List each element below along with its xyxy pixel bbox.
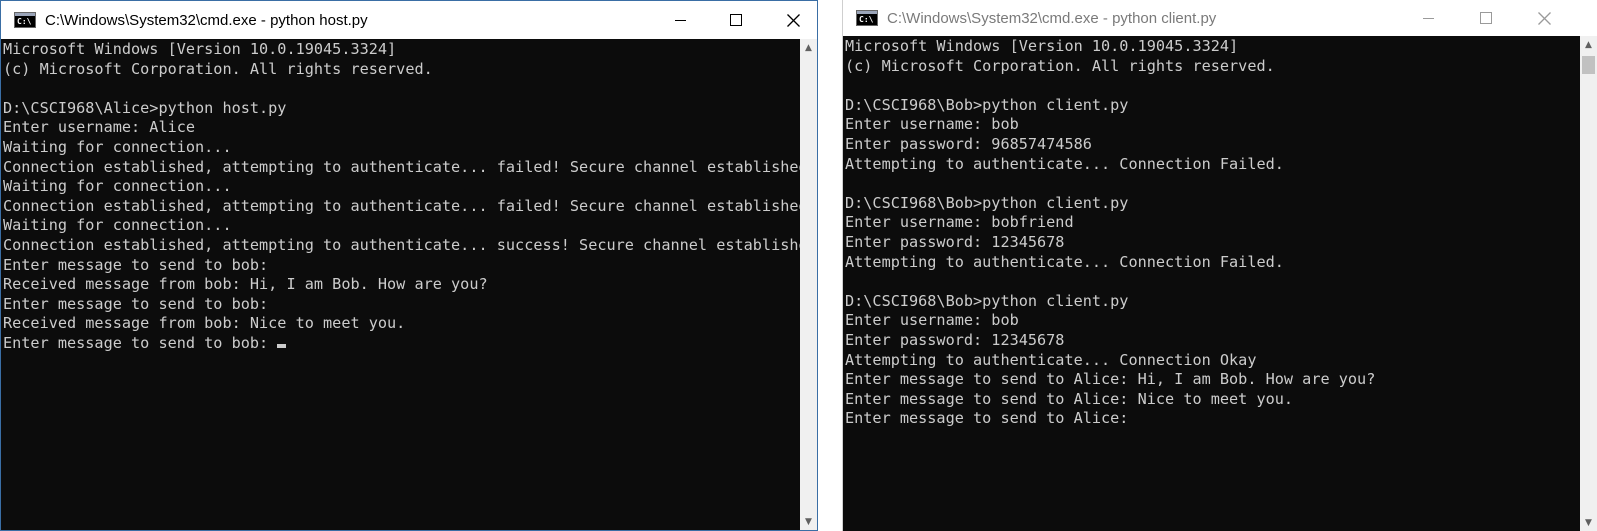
scrollbar-thumb[interactable] [1582, 56, 1595, 74]
console-line: Microsoft Windows [Version 10.0.19045.33… [845, 37, 1239, 55]
host-console-window[interactable]: C:\ C:\Windows\System32\cmd.exe - python… [0, 0, 818, 531]
console-line: D:\CSCI968\Alice>python host.py [3, 98, 287, 117]
console-line: Enter username: bob [845, 115, 1019, 134]
console-line: Enter username: bobfriend [845, 213, 1074, 232]
console-line: D:\CSCI968\Bob>python client.py [845, 193, 1129, 212]
vertical-scrollbar[interactable]: ▲ ▼ [1580, 36, 1597, 531]
title-bar[interactable]: C:\ C:\Windows\System32\cmd.exe - python… [1, 1, 817, 39]
cmd-icon: C:\ [14, 12, 36, 28]
console-line: Connection established, attempting to au… [3, 196, 808, 215]
console-line: Enter message to send to Alice: [845, 409, 1129, 428]
scroll-up-arrow-icon[interactable]: ▲ [1580, 36, 1597, 53]
vertical-scrollbar[interactable]: ▲ ▼ [800, 39, 817, 530]
console-line: Enter message to send to bob: [3, 255, 269, 274]
console-line: Microsoft Windows [Version 10.0.19045.33… [3, 40, 397, 58]
console-line: D:\CSCI968\Bob>python client.py [845, 291, 1129, 310]
title-bar[interactable]: C:\ C:\Windows\System32\cmd.exe - python… [843, 0, 1597, 36]
console-line: Attempting to authenticate... Connection… [845, 350, 1257, 369]
close-button[interactable] [764, 1, 817, 39]
cmd-icon: C:\ [856, 10, 878, 26]
console-line: Enter password: 12345678 [845, 330, 1065, 349]
console-line: D:\CSCI968\Bob>python client.py [845, 95, 1129, 114]
console-line: Received message from bob: Nice to meet … [3, 314, 406, 333]
console-line: Waiting for connection... [3, 137, 232, 156]
console-line: Connection established, attempting to au… [3, 235, 817, 254]
console-output[interactable]: Microsoft Windows [Version 10.0.19045.33… [3, 40, 817, 354]
console-line: Enter username: bob [845, 311, 1019, 330]
text-cursor [277, 343, 287, 348]
window-title: C:\Windows\System32\cmd.exe - python cli… [887, 9, 1217, 27]
console-line: (c) Microsoft Corporation. All rights re… [3, 59, 433, 78]
console-line: Enter message to send to Alice: Hi, I am… [845, 370, 1376, 389]
console-line: Waiting for connection... [3, 177, 232, 196]
minimize-button[interactable] [1399, 0, 1457, 36]
client-console-window[interactable]: C:\ C:\Windows\System32\cmd.exe - python… [842, 0, 1597, 531]
console-line: Received message from bob: Hi, I am Bob.… [3, 275, 488, 294]
close-icon [1537, 11, 1551, 25]
maximize-button[interactable] [707, 1, 765, 39]
console-line: Connection established, attempting to au… [3, 157, 808, 176]
console-line: Enter message to send to bob: [3, 334, 817, 354]
close-button[interactable] [1515, 0, 1573, 36]
window-title: C:\Windows\System32\cmd.exe - python hos… [45, 11, 368, 29]
console-line: Attempting to authenticate... Connection… [845, 154, 1284, 173]
maximize-button[interactable] [1457, 0, 1515, 36]
scroll-up-arrow-icon[interactable]: ▲ [800, 39, 817, 56]
console-line: (c) Microsoft Corporation. All rights re… [845, 56, 1275, 75]
scroll-down-arrow-icon[interactable]: ▼ [800, 513, 817, 530]
console-line: Enter message to send to bob: [3, 294, 269, 313]
console-line: Enter message to send to Alice: Nice to … [845, 389, 1294, 408]
minimize-button[interactable] [651, 1, 709, 39]
scroll-down-arrow-icon[interactable]: ▼ [1580, 514, 1597, 531]
close-icon [786, 13, 800, 27]
console-line: Attempting to authenticate... Connection… [845, 252, 1284, 271]
console-output[interactable]: Microsoft Windows [Version 10.0.19045.33… [845, 37, 1375, 429]
console-line: Enter password: 96857474586 [845, 134, 1092, 153]
console-line: Waiting for connection... [3, 216, 232, 235]
console-line: Enter password: 12345678 [845, 232, 1065, 251]
console-line: Enter username: Alice [3, 118, 196, 137]
